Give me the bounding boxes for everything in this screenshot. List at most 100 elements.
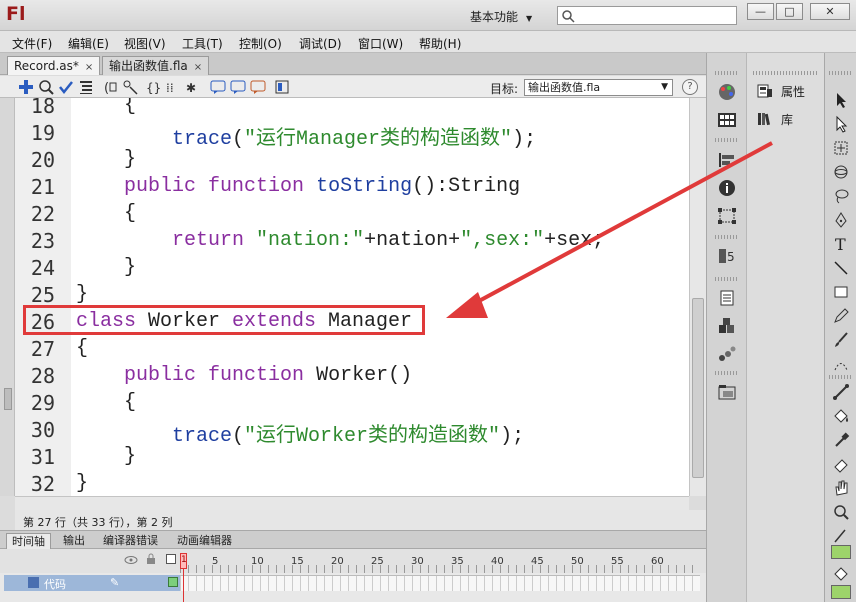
outline-icon[interactable] [166, 554, 176, 564]
menu-file[interactable]: 文件(F) [12, 35, 52, 52]
menu-control[interactable]: 控制(O) [239, 35, 282, 52]
lock-icon[interactable] [146, 553, 156, 565]
menu-edit[interactable]: 编辑(E) [68, 35, 109, 52]
dock-grip[interactable] [715, 371, 739, 375]
bone-tool-icon[interactable] [832, 383, 850, 401]
debug-options-icon[interactable] [122, 79, 138, 95]
search-input[interactable] [557, 6, 737, 25]
menu-view[interactable]: 视图(V) [124, 35, 166, 52]
line-number: 20 [30, 148, 55, 172]
properties-panel-button[interactable]: 属性 [757, 83, 805, 100]
check-syntax-icon[interactable] [58, 79, 74, 95]
color-icon[interactable] [717, 83, 737, 101]
find-icon[interactable] [38, 79, 54, 95]
code-line: } [76, 148, 137, 171]
dock-grip[interactable] [829, 375, 853, 379]
3d-rotation-icon[interactable] [832, 163, 850, 181]
dock-grip[interactable] [715, 277, 739, 281]
layer-cell[interactable]: 代码 ✎ [4, 575, 180, 591]
collapse-handle[interactable] [4, 388, 12, 410]
lasso-icon[interactable] [832, 187, 850, 205]
stroke-color-icon[interactable] [832, 527, 850, 545]
fill-color-icon[interactable] [832, 565, 850, 583]
deco-tool-icon[interactable] [832, 355, 850, 373]
eyedropper-icon[interactable] [832, 431, 850, 449]
transform-icon[interactable] [717, 207, 737, 225]
vertical-scrollbar[interactable] [689, 98, 706, 496]
close-button[interactable]: ✕ [810, 3, 850, 20]
dock-grip[interactable] [829, 71, 853, 75]
library-panel-button[interactable]: 库 [757, 111, 793, 128]
subselection-tool-icon[interactable] [832, 115, 850, 133]
layer-color-swatch[interactable] [168, 577, 178, 587]
minimize-button[interactable]: — [747, 3, 774, 20]
frame-grid[interactable] [180, 575, 700, 591]
eye-icon[interactable] [124, 554, 138, 566]
block-comment-icon[interactable] [210, 79, 226, 95]
menu-tools[interactable]: 工具(T) [182, 35, 223, 52]
align-icon[interactable] [717, 151, 737, 169]
remove-comment-icon[interactable] [250, 79, 266, 95]
motion-presets-icon[interactable] [717, 345, 737, 363]
code-editor[interactable]: 18 19 20 21 22 23 24 25 26 27 28 29 30 3… [15, 98, 689, 496]
target-select[interactable]: 输出函数值.fla ▼ [524, 79, 673, 96]
code-line: public function toString():String [124, 175, 521, 198]
hand-tool-icon[interactable] [832, 479, 850, 497]
show-hide-toolbox-icon[interactable] [274, 79, 290, 95]
pen-tool-icon[interactable] [832, 211, 850, 229]
tools-panel: T [824, 53, 856, 602]
swatches-icon[interactable] [717, 111, 737, 129]
collapse-braces-icon[interactable]: {} [146, 79, 162, 95]
timeline-ruler: 5 10 15 20 25 30 35 40 45 50 55 60 [0, 549, 706, 573]
close-icon[interactable]: × [85, 62, 93, 73]
zoom-tool-icon[interactable] [832, 503, 850, 521]
help-button[interactable]: ? [682, 79, 698, 95]
code-line: } [76, 283, 89, 306]
dock-grip[interactable] [715, 71, 739, 75]
dock-grip[interactable] [715, 235, 739, 239]
scroll-thumb[interactable] [692, 298, 704, 478]
tab-output[interactable]: 输出 [58, 533, 90, 549]
menu-debug[interactable]: 调试(D) [299, 35, 342, 52]
pencil-tool-icon[interactable] [832, 307, 850, 325]
code-hint-icon[interactable]: ( [102, 79, 118, 95]
eraser-icon[interactable] [832, 455, 850, 473]
tab-record-as[interactable]: Record.as* × [7, 56, 101, 75]
playhead[interactable]: 1 [180, 553, 187, 569]
code-snippets-icon[interactable]: 5 [717, 247, 737, 265]
tab-timeline[interactable]: 时间轴 [6, 533, 51, 549]
info-icon[interactable] [717, 179, 737, 197]
line-tool-icon[interactable] [832, 259, 850, 277]
stroke-color-swatch[interactable] [831, 545, 851, 559]
rectangle-tool-icon[interactable] [832, 283, 850, 301]
free-transform-icon[interactable] [832, 139, 850, 157]
add-statement-icon[interactable] [18, 79, 34, 95]
menu-help[interactable]: 帮助(H) [419, 35, 461, 52]
selection-tool-icon[interactable] [832, 91, 850, 109]
fill-color-swatch[interactable] [831, 585, 851, 599]
code-line: } [76, 472, 89, 495]
tab-label: Record.as* [14, 59, 79, 73]
brush-tool-icon[interactable] [832, 331, 850, 349]
dock-grip[interactable] [715, 138, 739, 142]
menu-window[interactable]: 窗口(W) [358, 35, 403, 52]
dock-grip[interactable] [753, 71, 819, 75]
auto-format-icon[interactable] [78, 79, 94, 95]
close-icon[interactable]: × [194, 62, 202, 73]
components-icon[interactable] [717, 317, 737, 335]
workspace-label: 基本功能 [470, 10, 519, 24]
expand-all-icon[interactable]: ✱ [186, 79, 202, 95]
workspace-switcher[interactable]: 基本功能 ▼ [470, 8, 532, 25]
tab-compiler-errors[interactable]: 编译器错误 [98, 533, 163, 549]
tab-fla[interactable]: 输出函数值.fla × [102, 56, 210, 75]
project-icon[interactable] [717, 383, 737, 401]
maximize-button[interactable]: □ [776, 3, 803, 20]
horizontal-scrollbar[interactable] [15, 496, 689, 510]
text-tool-icon[interactable]: T [832, 235, 850, 253]
collapse-selection-icon[interactable]: ⁞⁞ [166, 79, 182, 95]
paint-bucket-icon[interactable] [832, 407, 850, 425]
behaviors-icon[interactable] [717, 289, 737, 307]
line-comment-icon[interactable] [230, 79, 246, 95]
tab-motion-editor[interactable]: 动画编辑器 [172, 533, 237, 549]
pencil-icon[interactable]: ✎ [110, 576, 119, 589]
